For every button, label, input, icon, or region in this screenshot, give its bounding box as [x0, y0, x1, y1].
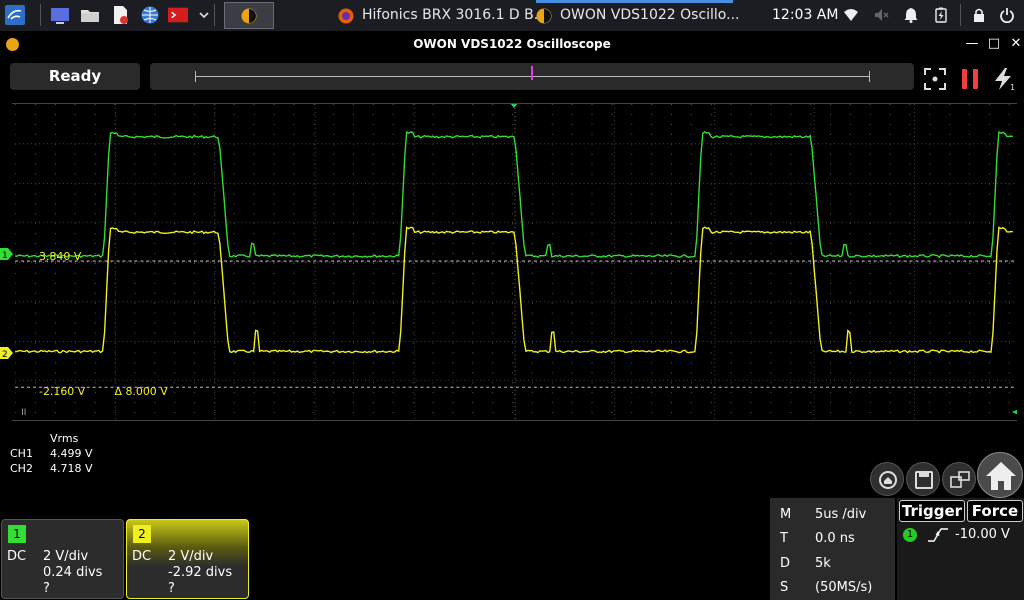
svg-text:1: 1 — [1010, 83, 1015, 91]
window-layout-icon — [950, 471, 970, 488]
taskbar: Hifonics BRX 3016.1 D B... OWON VDS1022 … — [0, 0, 1024, 31]
timebase-key: M — [780, 507, 792, 522]
ch2-settings-box[interactable]: 2 DC 2 V/div -2.92 divs ? — [126, 519, 249, 599]
ch2-level-marker[interactable]: 2 — [0, 347, 14, 359]
minimize-button[interactable]: — — [964, 36, 980, 52]
svg-text:1: 1 — [2, 251, 8, 260]
home-view-button[interactable] — [870, 462, 904, 496]
memory-position-bar[interactable] — [150, 63, 914, 90]
cursor-lower-label: -2.160 V — [39, 385, 86, 398]
trigger-position: 0.0 ns — [815, 531, 855, 546]
layout-button[interactable] — [942, 462, 976, 496]
timebase-key: T — [780, 531, 788, 546]
horizontal-scale: 5us /div — [815, 507, 867, 522]
ch1-probe: ? — [43, 581, 50, 596]
save-button[interactable] — [906, 462, 940, 496]
window-titlebar: OWON VDS1022 Oscilloscope — □ ✕ — [0, 31, 1024, 58]
measurement-row: CH2 4.718 V — [10, 462, 93, 475]
cursor-upper-label: 3.840 V — [39, 250, 82, 263]
volume-muted-icon[interactable] — [873, 7, 889, 23]
kali-menu-icon[interactable] — [5, 5, 25, 25]
timebase-panel[interactable]: M 5us /div T 0.0 ns D 5k S (50MS/s) — [770, 498, 895, 600]
trigger-position-marker[interactable] — [531, 66, 533, 80]
file-manager-icon[interactable] — [80, 5, 100, 25]
browser-icon[interactable] — [140, 5, 160, 25]
maximize-button[interactable]: □ — [986, 36, 1002, 52]
trigger-source-badge[interactable]: 1 — [903, 528, 917, 542]
timebase-key: D — [780, 556, 791, 571]
measurement-row: CH1 4.499 V — [10, 447, 93, 460]
ch2-number-badge: 2 — [133, 525, 151, 543]
timebase-key: S — [780, 580, 789, 595]
measurement-header: Vrms — [50, 432, 79, 445]
floppy-disk-icon — [915, 471, 933, 489]
force-trigger-button[interactable]: Force — [967, 500, 1023, 522]
ch1-level-marker[interactable]: 1 — [0, 248, 14, 260]
task-label: OWON VDS1022 Oscillo... — [560, 7, 740, 23]
scope-toolbar: Ready 1 — [0, 58, 1024, 98]
owon-app-taskbar-button[interactable] — [224, 2, 274, 29]
owon-app-icon — [241, 8, 257, 24]
task-hifonics[interactable]: Hifonics BRX 3016.1 D B... — [338, 0, 547, 31]
text-editor-icon[interactable] — [110, 5, 130, 25]
cursor-handle-label: II — [21, 408, 26, 418]
ch1-offset: 0.24 divs — [43, 565, 103, 580]
clock[interactable]: 12:03 AM — [772, 0, 838, 30]
pause-icon[interactable] — [958, 67, 982, 91]
ch2-coupling: DC — [132, 549, 152, 564]
rising-edge-icon[interactable] — [927, 527, 949, 543]
run-status: Ready — [10, 63, 140, 90]
ch1-number-badge: 1 — [8, 525, 26, 543]
task-label: Hifonics BRX 3016.1 D B... — [362, 7, 548, 23]
desktop-icon[interactable] — [50, 5, 70, 25]
ch2-probe: ? — [168, 581, 175, 596]
firefox-icon — [338, 8, 354, 24]
ch1-coupling: DC — [7, 549, 27, 564]
waveform-display[interactable]: 3.840 V -2.160 V Δ 8.000 V II — [12, 103, 1017, 421]
ch2-scale: 2 V/div — [168, 549, 214, 564]
owon-app-icon — [536, 8, 552, 24]
notification-bell-icon[interactable] — [903, 7, 919, 23]
battery-charging-icon[interactable] — [933, 7, 949, 23]
close-button[interactable]: ✕ — [1008, 36, 1024, 52]
ch2-offset: -2.92 divs — [168, 565, 233, 580]
home-icon — [986, 462, 1016, 490]
power-icon[interactable] — [999, 7, 1015, 23]
cursor-delta-label: Δ 8.000 V — [115, 385, 169, 398]
autoset-icon[interactable] — [923, 67, 947, 91]
single-trigger-icon[interactable]: 1 — [992, 67, 1016, 91]
lock-icon[interactable] — [971, 7, 987, 23]
terminal-icon[interactable] — [168, 5, 188, 25]
task-owon[interactable]: OWON VDS1022 Oscillo... — [536, 0, 739, 31]
ch1-settings-box[interactable]: 1 DC 2 V/div 0.24 divs ? — [1, 519, 124, 599]
wifi-icon[interactable] — [843, 7, 859, 23]
memory-depth: 5k — [815, 556, 831, 571]
home-button[interactable] — [977, 452, 1023, 498]
svg-text:2: 2 — [2, 350, 8, 359]
trigger-level: -10.00 V — [955, 527, 1010, 542]
house-search-icon — [879, 471, 897, 489]
window-title: OWON VDS1022 Oscilloscope — [413, 37, 611, 51]
chevron-down-icon[interactable] — [194, 5, 214, 25]
trigger-panel: Trigger Force 1 -10.00 V — [897, 498, 1024, 600]
trigger-button[interactable]: Trigger — [899, 500, 965, 522]
ch1-scale: 2 V/div — [43, 549, 89, 564]
sample-rate: (50MS/s) — [815, 580, 873, 595]
